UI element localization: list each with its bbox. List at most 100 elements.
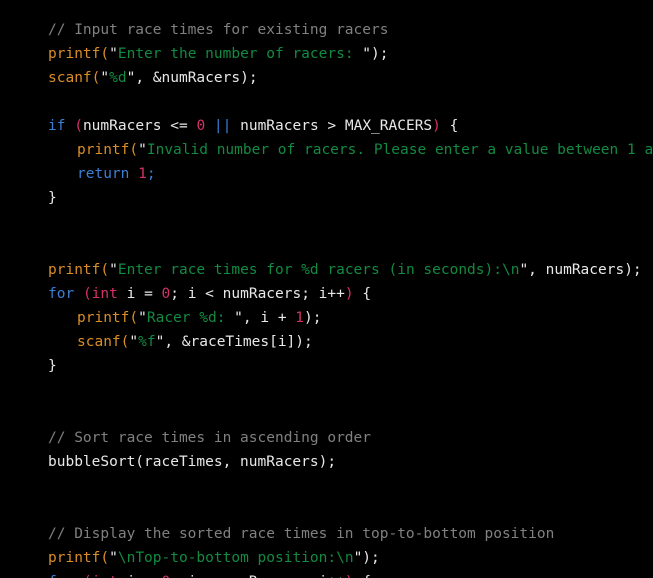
code-token-punct-p: ( (82, 286, 92, 302)
code-token-plain: ); (304, 310, 322, 326)
code-token-quote: " (353, 550, 363, 566)
code-token-func: printf (77, 142, 130, 158)
code-line[interactable] (0, 402, 653, 426)
code-token-type: int (91, 286, 118, 302)
code-token-func: printf (48, 550, 101, 566)
code-token-punct-p: ) (432, 118, 441, 134)
code-token-quote: " (362, 46, 372, 62)
code-token-op: ; (146, 166, 156, 182)
code-token-string: %d (109, 70, 127, 86)
code-token-punct-p: ( (83, 574, 92, 578)
code-token-punct-p: ) (344, 286, 354, 302)
code-token-plain: , i + (242, 310, 296, 326)
code-line[interactable]: printf("Invalid number of racers. Please… (0, 138, 653, 162)
code-line[interactable] (0, 378, 653, 402)
code-token-plain: ); (371, 46, 389, 62)
code-line[interactable]: for (int i = 0; i < numRacers; i++) { (0, 282, 653, 306)
code-line[interactable] (0, 474, 653, 498)
code-token-quote: " (138, 310, 147, 326)
code-token-string: Invalid number of racers. Please enter a… (146, 142, 653, 158)
code-token-plain: , numRacers); (528, 262, 642, 278)
code-line[interactable]: if (numRacers <= 0 || numRacers > MAX_RA… (0, 114, 653, 138)
code-token-keyword: for (48, 574, 74, 578)
code-token-quote: " (129, 334, 139, 350)
code-token-number: 0 (161, 286, 171, 302)
code-line[interactable]: bubbleSort(raceTimes, numRacers); (0, 450, 653, 474)
code-line[interactable]: printf("Racer %d: ", i + 1); (0, 306, 653, 330)
code-line[interactable] (0, 90, 653, 114)
code-token-plain: i = (117, 286, 162, 302)
code-token-comment: // Display the sorted race times in top-… (48, 526, 555, 542)
code-token-plain: ; i < numRacers; i++ (170, 286, 345, 302)
code-token-plain: ); (362, 550, 380, 566)
code-token-func: printf (48, 262, 101, 278)
code-token-quote: " (138, 142, 147, 158)
code-token-op: || (213, 118, 232, 134)
code-token-punct-p: ( (74, 118, 83, 134)
code-token-string: Enter the number of racers: (117, 46, 363, 62)
code-token-punct-o: ( (100, 550, 110, 566)
code-token-plain: } (48, 358, 57, 374)
code-token-func: scanf (48, 70, 92, 86)
code-token-punct-o: ( (129, 142, 139, 158)
code-line[interactable] (0, 498, 653, 522)
code-token-punct-o: ( (100, 262, 110, 278)
code-token-string: \nTop-to-bottom position:\n (117, 550, 354, 566)
code-token-quote: " (100, 70, 110, 86)
code-token-plain: numRacers > MAX_RACERS (231, 118, 433, 134)
code-line[interactable]: // Sort race times in ascending order (0, 426, 653, 450)
code-token-keyword: if (48, 118, 66, 134)
code-token-plain: , &raceTimes[i]); (164, 334, 313, 350)
code-token-plain: } (48, 190, 57, 206)
code-token-number: 0 (196, 118, 206, 134)
code-line[interactable]: return 1; (0, 162, 653, 186)
code-line[interactable]: } (0, 186, 653, 210)
code-token-number: 0 (162, 574, 171, 578)
code-token-keyword: return (77, 166, 130, 182)
code-token-comment: // Sort race times in ascending order (48, 430, 372, 446)
code-token-type: int (92, 574, 118, 578)
code-line[interactable]: // Display the sorted race times in top-… (0, 522, 653, 546)
code-line[interactable]: scanf("%d", &numRacers); (0, 66, 653, 90)
code-token-punct-o: ( (129, 310, 139, 326)
code-line[interactable]: for (int i = 0; i < numRacers; i++) { (0, 570, 653, 578)
code-token-plain: ; i < numRacers; i++ (170, 574, 345, 578)
code-token-number: 1 (295, 310, 305, 326)
code-token-func: printf (77, 310, 130, 326)
code-token-comment: // Input race times for existing racers (48, 22, 389, 38)
code-token-func: printf (48, 46, 101, 62)
code-token-number: 1 (138, 166, 147, 182)
code-token-string: Enter race times for %d racers (in secon… (117, 262, 520, 278)
code-line[interactable]: } (0, 354, 653, 378)
code-token-quote: " (109, 550, 118, 566)
code-token-quote: " (109, 46, 118, 62)
code-token-quote: " (234, 310, 243, 326)
code-token-quote: " (519, 262, 529, 278)
code-token-quote: " (109, 262, 118, 278)
code-token-plain: { (354, 574, 371, 578)
code-token-plain: numRacers <= (82, 118, 197, 134)
code-token-punct-p: ) (345, 574, 354, 578)
code-token-plain: i = (118, 574, 162, 578)
code-token-keyword: for (48, 286, 75, 302)
code-editor[interactable]: // Input race times for existing racers p… (0, 0, 653, 578)
code-token-punct-o: ( (100, 46, 110, 62)
code-line[interactable] (0, 210, 653, 234)
code-token-string: %f (138, 334, 156, 350)
code-line[interactable]: printf("\nTop-to-bottom position:\n"); (0, 546, 653, 570)
code-line[interactable] (0, 234, 653, 258)
code-token-plain: bubbleSort(raceTimes, numRacers); (48, 454, 337, 470)
code-token-plain: { (353, 286, 372, 302)
code-token-plain: , &numRacers); (135, 70, 258, 86)
code-line[interactable]: scanf("%f", &raceTimes[i]); (0, 330, 653, 354)
code-line[interactable]: // Input race times for existing racers (0, 18, 653, 42)
code-token-plain: { (440, 118, 459, 134)
code-token-func: scanf (77, 334, 121, 350)
code-line[interactable]: printf("Enter race times for %d racers (… (0, 258, 653, 282)
code-line[interactable]: printf("Enter the number of racers: "); (0, 42, 653, 66)
